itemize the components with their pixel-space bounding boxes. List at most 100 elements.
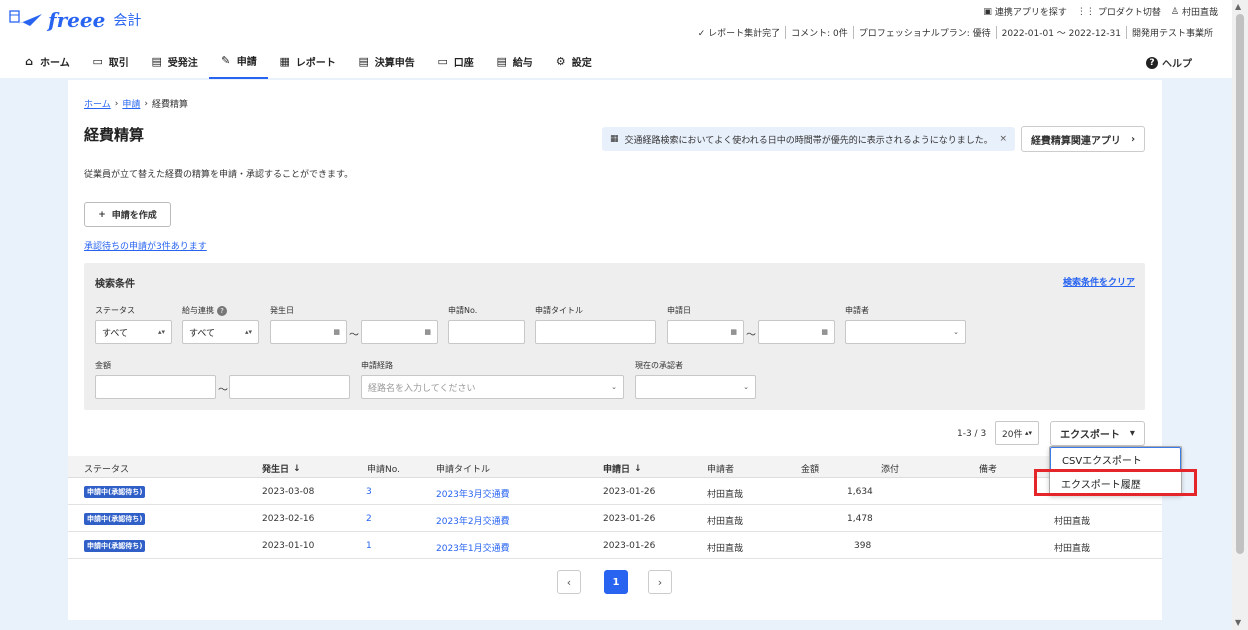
app-title-link[interactable]: 2023年3月交通費 — [436, 487, 510, 500]
amount-cell: 1,634 — [847, 487, 873, 497]
calendar-icon[interactable]: ▦ — [730, 328, 737, 336]
applicant-cell: 村田直哉 — [707, 517, 744, 527]
scroll-thumb[interactable] — [1236, 14, 1244, 554]
table-row[interactable]: 申請中(承認待ち) 2023-01-10 1 2023年1月交通費 2023-0… — [68, 532, 1162, 559]
clear-search-link[interactable]: 検索条件をクリア — [1063, 275, 1135, 288]
calendar-icon[interactable]: ▦ — [821, 328, 828, 336]
page-button-current[interactable]: 1 — [604, 570, 628, 594]
chevron-right-icon: › — [657, 575, 663, 589]
fiscal-period[interactable]: 2022-01-01 〜 2022-12-31 — [995, 26, 1126, 39]
status-badge: 申請中(承認待ち) — [84, 540, 146, 552]
nav-settings[interactable]: ⚙ 設定 — [544, 46, 603, 79]
nav-home[interactable]: ⌂ ホーム — [12, 46, 81, 79]
comment-count[interactable]: コメント: 0件 — [785, 26, 853, 39]
app-date-to[interactable]: ▦ — [758, 320, 835, 344]
prev-page-button[interactable]: ‹ — [557, 570, 581, 594]
highlight-box — [1034, 469, 1197, 496]
table-header: ステータス 発生日 ↓ 申請No. 申請タイトル 申請日 ↓ 申請者 金額 添付 備… — [68, 456, 1162, 478]
status-badge: 申請中(承認待ち) — [84, 486, 146, 498]
header-no: 申請No. — [367, 465, 400, 475]
header-attachment: 添付 — [881, 465, 900, 475]
app-date-from[interactable]: ▦ — [667, 320, 744, 344]
header-issue-date[interactable]: 発生日 ↓ — [262, 462, 301, 476]
app-title-link[interactable]: 2023年1月交通費 — [436, 541, 510, 554]
top-header: freee 会計 ▣ 連携アプリを探す ⋮⋮ プロダクト切替 ♙ 村田直哉 ✓ レポー… — [0, 0, 1232, 79]
nav-payroll[interactable]: ▤ 給与 — [485, 46, 544, 79]
monitor-icon: ▭ — [92, 54, 103, 68]
chevron-down-icon: ⌄ — [953, 328, 959, 336]
nav-accounts[interactable]: ▭ 口座 — [426, 46, 485, 79]
related-apps-button[interactable]: 経費精算関連アプリ › — [1021, 126, 1145, 152]
chevron-down-icon: ⌄ — [611, 383, 617, 391]
app-no-link[interactable]: 1 — [366, 541, 372, 551]
export-button[interactable]: エクスポート ▾ — [1050, 421, 1145, 446]
app-no-link[interactable]: 2 — [366, 514, 372, 524]
range-tilde: 〜 — [349, 330, 359, 341]
close-icon[interactable]: × — [999, 134, 1007, 144]
sort-down-icon: ↓ — [634, 463, 642, 474]
card-icon: ▭ — [437, 54, 448, 68]
header-amount: 金額 — [801, 465, 820, 475]
app-no-link[interactable]: 3 — [366, 487, 372, 497]
page-scrollbar[interactable]: ▲ ▼ — [1232, 0, 1248, 630]
issue-date-cell: 2023-01-10 — [262, 541, 315, 551]
breadcrumb-current: 経費精算 — [151, 100, 188, 110]
nav-reports[interactable]: ▦ レポート — [268, 46, 347, 79]
csv-export-item[interactable]: CSVエクスポート — [1050, 447, 1181, 471]
nav-transactions[interactable]: ▭ 取引 — [81, 46, 140, 79]
per-page-select[interactable]: 20件 ▴▾ — [995, 421, 1039, 445]
payroll-select[interactable]: すべて ▴▾ — [182, 320, 259, 344]
app-title-link[interactable]: 2023年2月交通費 — [436, 514, 510, 527]
applicant-select[interactable]: ⌄ — [845, 320, 966, 344]
header-app-date[interactable]: 申請日 ↓ — [603, 462, 642, 476]
chevron-down-icon: ⌄ — [743, 383, 749, 391]
notice-banner: ▦ 交通経路検索においてよく使われる日中の時間帯が優先的に表示されるようになりま… — [602, 127, 1015, 151]
approver-select[interactable]: ⌄ — [635, 375, 756, 399]
home-icon: ⌂ — [25, 54, 33, 68]
updown-icon: ▴▾ — [244, 328, 252, 336]
help-link[interactable]: ? ヘルプ — [1146, 55, 1192, 70]
issue-date-to[interactable]: ▦ — [361, 320, 438, 344]
next-page-button[interactable]: › — [648, 570, 672, 594]
table-row[interactable]: 申請中(承認待ち) 2023-02-16 2 2023年2月交通費 2023-0… — [68, 505, 1162, 532]
applicant-label: 申請者 — [845, 306, 869, 315]
office-name[interactable]: 開発用テスト事業所 — [1125, 26, 1218, 39]
nav-orders[interactable]: ▤ 受発注 — [140, 46, 209, 79]
header-note: 備考 — [979, 465, 998, 475]
user-menu[interactable]: ♙ 村田直哉 — [1171, 5, 1218, 19]
breadcrumb-applications[interactable]: 申請 — [122, 97, 140, 110]
range-tilde: 〜 — [746, 330, 756, 341]
nav-closing[interactable]: ▤ 決算申告 — [347, 46, 426, 79]
chart-icon: ▦ — [279, 54, 290, 68]
table-row[interactable]: 申請中(承認待ち) 2023-03-08 3 2023年3月交通費 2023-0… — [68, 478, 1162, 505]
applicant-cell: 村田直哉 — [707, 544, 744, 554]
scroll-down-icon[interactable]: ▼ — [1235, 618, 1241, 627]
updown-icon: ▴▾ — [1024, 429, 1032, 437]
calendar-icon[interactable]: ▦ — [333, 328, 340, 336]
breadcrumb: ホーム › 申請 › 経費精算 — [84, 97, 188, 111]
calendar-icon[interactable]: ▦ — [424, 328, 431, 336]
create-application-button[interactable]: + 申請を作成 — [84, 202, 171, 227]
amount-max-input[interactable] — [229, 375, 350, 399]
freee-logo[interactable]: freee 会計 — [8, 8, 141, 32]
pending-approvals-link[interactable]: 承認待ちの申請が3件あります — [84, 239, 207, 252]
amount-min-input[interactable] — [95, 375, 216, 399]
product-switch-link[interactable]: ⋮⋮ プロダクト切替 — [1077, 5, 1161, 19]
question-icon[interactable]: ? — [217, 305, 227, 316]
nav-applications[interactable]: ✎ 申請 — [208, 46, 268, 79]
chevron-right-icon: › — [114, 98, 119, 109]
app-no-input[interactable] — [448, 320, 525, 344]
range-tilde: 〜 — [218, 385, 228, 396]
status-select[interactable]: すべて ▴▾ — [95, 320, 172, 344]
find-apps-link[interactable]: ▣ 連携アプリを探す — [983, 5, 1067, 19]
route-select[interactable]: 経路名を入力してください ⌄ — [361, 375, 624, 399]
plan-name[interactable]: プロフェッショナルプラン: 優待 — [852, 26, 996, 39]
main-nav: ⌂ ホーム ▭ 取引 ▤ 受発注 ✎ 申請 ▦ レポート ▤ 決算申告 ▭ 口座 ▤ 給与 ⚙ 設… — [12, 46, 603, 79]
app-date-label: 申請日 — [667, 306, 691, 315]
issue-date-from[interactable]: ▦ — [270, 320, 347, 344]
app-date-cell: 2023-01-26 — [603, 487, 656, 497]
breadcrumb-home[interactable]: ホーム — [84, 97, 111, 110]
page-title: 経費精算 — [84, 126, 145, 144]
scroll-up-icon[interactable]: ▲ — [1235, 2, 1241, 11]
app-title-input[interactable] — [535, 320, 656, 344]
